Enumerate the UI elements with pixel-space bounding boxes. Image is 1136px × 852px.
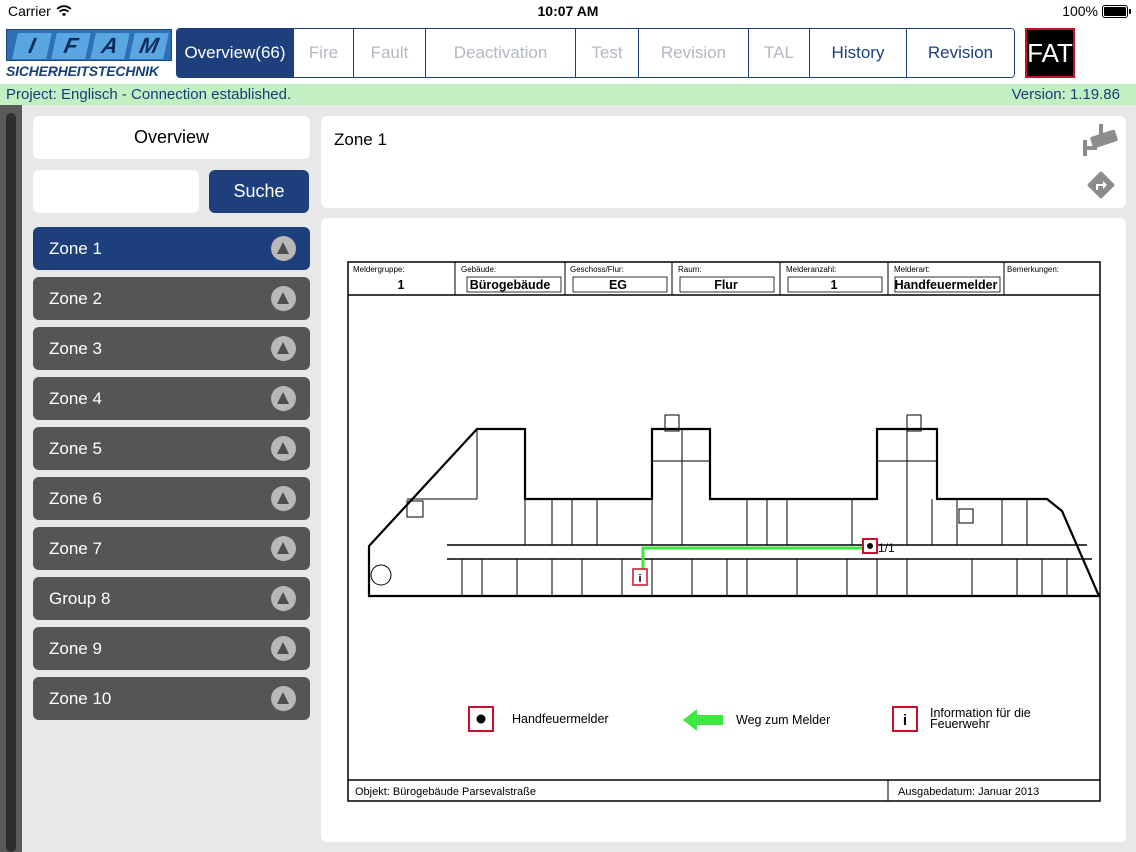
camera-icon[interactable] — [1081, 124, 1119, 158]
plan-header-label: Gebäude: — [461, 265, 496, 274]
logo-subtitle: SICHERHEITSTECHNIK — [6, 63, 159, 79]
zone-label: Zone 5 — [49, 439, 102, 458]
plan-header-value: 1 — [831, 278, 838, 292]
plan-header-value: EG — [609, 278, 627, 292]
plan-header-value: Handfeuermelder — [895, 278, 998, 292]
floor-plan: Meldergruppe: Gebäude: Geschoss/Flur: Ra… — [347, 261, 1101, 802]
plan-header-label: Melderart: — [894, 265, 930, 274]
plan-footer-object: Objekt: Bürogebäude Parsevalstraße — [355, 786, 536, 798]
logo-letter: M — [129, 33, 169, 59]
marker-label: 1/1 — [878, 541, 895, 555]
side-scrollbar[interactable] — [0, 105, 22, 852]
app-header: I F A M SICHERHEITSTECHNIK Overview(66) … — [0, 24, 1136, 84]
plan-header-label: Geschoss/Flur: — [570, 265, 624, 274]
manual-call-point-marker[interactable]: 1/1 — [862, 538, 895, 555]
zone-item[interactable]: Zone 4 — [33, 377, 310, 420]
expand-arrow-icon[interactable] — [271, 486, 296, 511]
zone-label: Zone 7 — [49, 539, 102, 558]
expand-arrow-icon[interactable] — [271, 286, 296, 311]
logo-letter: F — [51, 33, 91, 59]
expand-arrow-icon[interactable] — [271, 386, 296, 411]
legend-text: Weg zum Melder — [736, 713, 830, 727]
plan-header-label: Meldergruppe: — [353, 265, 405, 274]
zone-item[interactable]: Zone 3 — [33, 327, 310, 370]
svg-text:i: i — [903, 712, 907, 729]
project-status: Project: Englisch - Connection establish… — [6, 86, 292, 103]
directions-icon[interactable] — [1087, 171, 1115, 199]
info-icon: i — [892, 706, 918, 732]
zone-item[interactable]: Zone 6 — [33, 477, 310, 520]
zone-item[interactable]: Group 8 — [33, 577, 310, 620]
zone-item[interactable]: Zone 1 — [33, 227, 310, 270]
zone-label: Zone 4 — [49, 389, 102, 408]
expand-arrow-icon[interactable] — [271, 686, 296, 711]
plan-header-label: Bemerkungen: — [1007, 265, 1059, 274]
zone-label: Zone 3 — [49, 339, 102, 358]
ifam-logo: I F A M SICHERHEITSTECHNIK — [6, 29, 172, 81]
zone-label: Zone 1 — [49, 239, 102, 258]
plan-header-value: Bürogebäude — [470, 278, 551, 292]
zone-title: Zone 1 — [334, 130, 387, 149]
zone-item[interactable]: Zone 10 — [33, 677, 310, 720]
zone-item[interactable]: Zone 9 — [33, 627, 310, 670]
battery-icon — [1102, 5, 1131, 18]
expand-arrow-icon[interactable] — [271, 586, 296, 611]
expand-arrow-icon[interactable] — [271, 336, 296, 361]
plan-header-label: Raum: — [678, 265, 702, 274]
tab-revision[interactable]: Revision — [639, 29, 749, 77]
zone-list: Zone 1 Zone 2 Zone 3 Zone 4 Zone 5 Zone … — [33, 227, 310, 727]
sidebar-title: Overview — [33, 116, 310, 159]
plan-header-value: Flur — [714, 278, 738, 292]
tab-tal[interactable]: TAL — [749, 29, 810, 77]
svg-text:i: i — [638, 573, 641, 585]
plan-footer-date: Ausgabedatum: Januar 2013 — [898, 786, 1039, 798]
info-marker[interactable]: i — [632, 568, 648, 586]
tab-fire[interactable]: Fire — [294, 29, 354, 77]
zone-detail-header: Zone 1 — [321, 116, 1126, 208]
expand-arrow-icon[interactable] — [271, 436, 296, 461]
tab-deactivation[interactable]: Deactivation — [426, 29, 576, 77]
zone-item[interactable]: Zone 7 — [33, 527, 310, 570]
logo-letter: A — [90, 33, 130, 59]
logo-letter: I — [12, 33, 52, 59]
version-label: Version: 1.19.86 — [1011, 86, 1120, 103]
search-input[interactable] — [33, 170, 199, 213]
zone-label: Group 8 — [49, 589, 111, 608]
zone-label: Zone 9 — [49, 639, 102, 658]
legend-text: Information für die Feuerwehr — [930, 708, 1031, 731]
manual-call-point-icon — [468, 706, 494, 732]
battery-percent: 100% — [1062, 3, 1098, 19]
tab-overview[interactable]: Overview(66) — [177, 29, 294, 77]
tab-history[interactable]: History — [810, 29, 907, 77]
expand-arrow-icon[interactable] — [271, 236, 296, 261]
expand-arrow-icon[interactable] — [271, 536, 296, 561]
zone-label: Zone 10 — [49, 689, 112, 708]
zone-label: Zone 6 — [49, 489, 102, 508]
zone-item[interactable]: Zone 2 — [33, 277, 310, 320]
main-area: Overview Suche Zone 1 Zone 2 Zone 3 Zone… — [0, 105, 1136, 852]
zone-item[interactable]: Zone 5 — [33, 427, 310, 470]
clock: 10:07 AM — [537, 3, 599, 19]
search-button[interactable]: Suche — [209, 170, 309, 213]
zone-label: Zone 2 — [49, 289, 102, 308]
tab-fault[interactable]: Fault — [354, 29, 426, 77]
plan-header-label: Melderanzahl: — [786, 265, 836, 274]
status-tabs: Overview(66) Fire Fault Deactivation Tes… — [176, 28, 1015, 78]
tab-test[interactable]: Test — [576, 29, 639, 77]
connection-status-bar: Project: Englisch - Connection establish… — [0, 84, 1136, 105]
status-bar: Carrier 10:07 AM 100% — [0, 0, 1136, 24]
floor-plan-card: Meldergruppe: Gebäude: Geschoss/Flur: Ra… — [321, 218, 1126, 842]
tab-revision-2[interactable]: Revision — [907, 29, 1014, 77]
legend-text: Handfeuermelder — [512, 712, 609, 726]
expand-arrow-icon[interactable] — [271, 636, 296, 661]
plan-header-value: 1 — [398, 278, 405, 292]
fat-button[interactable]: FAT — [1025, 28, 1075, 78]
